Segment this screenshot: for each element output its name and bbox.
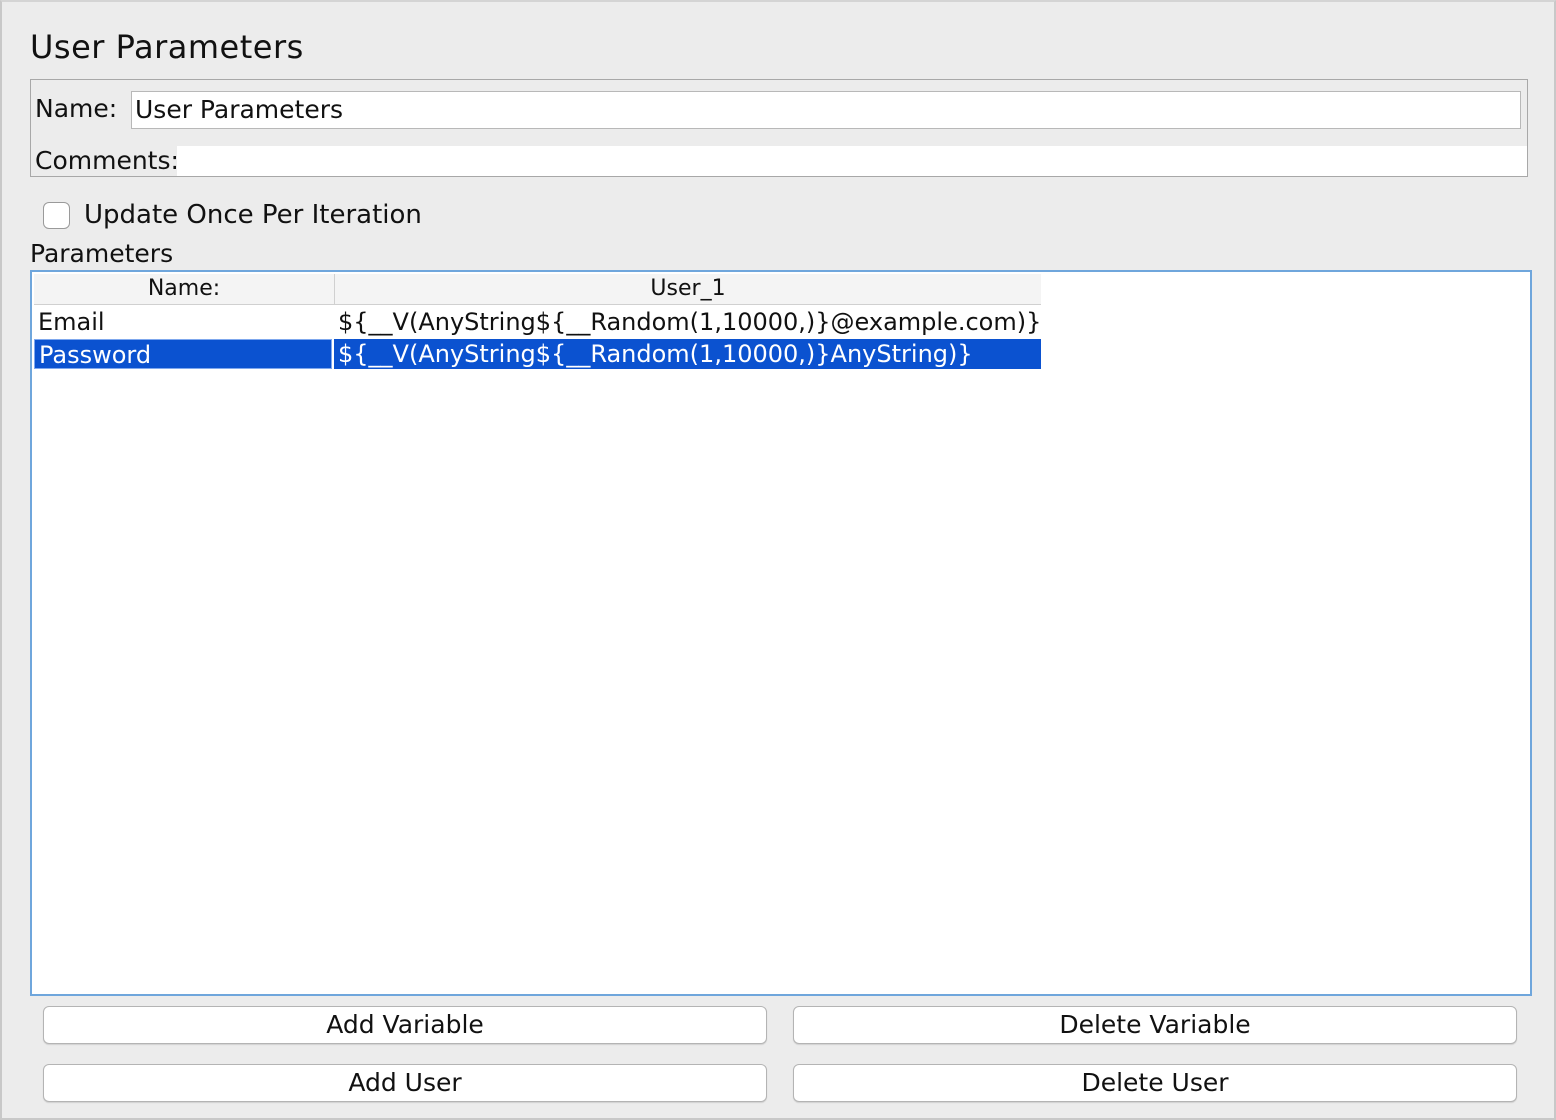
column-header-user-1[interactable]: User_1: [335, 274, 1041, 304]
update-once-label[interactable]: Update Once Per Iteration: [84, 200, 422, 230]
name-comments-group: Name: User Parameters Comments:: [30, 79, 1528, 177]
table-row[interactable]: Email ${__V(AnyString${__Random(1,10000,…: [34, 307, 1041, 337]
cell-name-password[interactable]: Password: [34, 339, 332, 369]
comments-label: Comments:: [35, 146, 179, 175]
add-user-button[interactable]: Add User: [43, 1064, 767, 1102]
panel-title: User Parameters: [30, 28, 304, 66]
column-header-name[interactable]: Name:: [34, 274, 335, 304]
cell-name-email[interactable]: Email: [34, 307, 332, 337]
parameters-section-label: Parameters: [30, 239, 174, 268]
name-field[interactable]: User Parameters: [131, 91, 1521, 129]
name-label: Name:: [35, 94, 118, 123]
table-row-selected[interactable]: Password ${__V(AnyString${__Random(1,100…: [34, 339, 1041, 369]
cell-user-1-email[interactable]: ${__V(AnyString${__Random(1,10000,)}@exa…: [334, 307, 1041, 337]
comments-field[interactable]: [177, 146, 1527, 176]
table-header: Name: User_1: [34, 274, 1041, 305]
update-once-checkbox[interactable]: [43, 202, 70, 229]
user-parameters-panel: User Parameters Name: User Parameters Co…: [0, 0, 1556, 1120]
cell-user-1-password[interactable]: ${__V(AnyString${__Random(1,10000,)}AnyS…: [334, 339, 1041, 369]
delete-user-button[interactable]: Delete User: [793, 1064, 1517, 1102]
add-variable-button[interactable]: Add Variable: [43, 1006, 767, 1044]
parameters-table[interactable]: Name: User_1 Email ${__V(AnyString${__Ra…: [30, 270, 1532, 996]
delete-variable-button[interactable]: Delete Variable: [793, 1006, 1517, 1044]
